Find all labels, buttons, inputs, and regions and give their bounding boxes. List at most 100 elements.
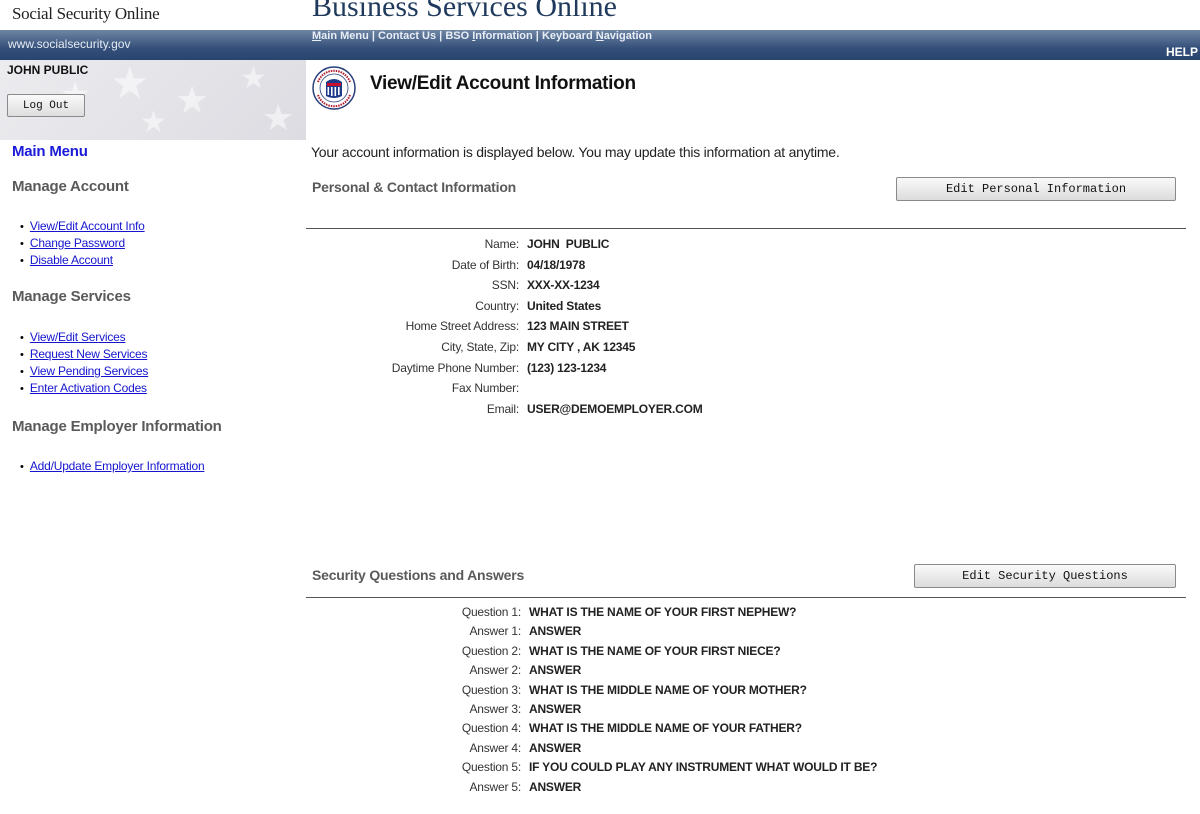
manage-account-list: View/Edit Account Info Change Password D… [20,218,145,269]
field-label: City, State, Zip: [441,339,519,354]
star-decoration: ★ [110,60,150,108]
star-decoration: ★ [140,106,167,139]
field-label: Answer 3: [469,702,521,717]
field-value: WHAT IS THE NAME OF YOUR FIRST NEPHEW? [529,605,797,619]
table-row: Answer 5: ANSWER [314,778,877,797]
table-row: Answer 4: ANSWER [314,739,877,758]
star-decoration: ★ [175,80,210,122]
field-label: Answer 5: [469,779,521,794]
field-value: ANSWER [529,663,582,678]
help-link[interactable]: HELP [1166,45,1198,59]
security-questions-heading: Security Questions and Answers [312,567,525,583]
field-label: Country: [475,298,519,313]
field-label: Date of Birth: [451,257,519,272]
ssa-seal-icon [312,66,356,110]
table-row: Question 1: WHAT IS THE NAME OF YOUR FIRS… [314,603,877,622]
field-label: Question 2: [461,643,521,658]
star-decoration: ★ [262,97,295,138]
edit-security-questions-button[interactable]: Edit Security Questions [914,564,1176,588]
field-label: Fax Number: [451,381,519,396]
security-questions-table: Question 1: WHAT IS THE NAME OF YOUR FIRS… [314,603,878,797]
top-nav-contact-us[interactable]: Contact Us [378,30,436,42]
site-title: Business Services Online [312,0,617,23]
list-item: Add/Update Employer Information [20,458,205,475]
personal-info-table: Name: JOHN PUBLIC Date of Birth: 04/18/1978… [310,234,703,419]
table-row: Fax Number: [310,378,703,399]
field-value: JOHN PUBLIC [527,237,610,251]
field-label: SSN: [491,278,519,293]
page-title: View/Edit Account Information [370,73,636,94]
table-row: Email: USER@DEMOEMPLOYER.COM [310,399,703,420]
link-enter-activation-codes[interactable]: Enter Activation Codes [30,381,147,395]
field-value: ANSWER [529,779,582,794]
field-label: Name: [484,237,520,251]
link-request-new-services[interactable]: Request New Services [30,347,148,361]
table-row: Answer 3: ANSWER [314,700,877,719]
link-view-edit-account-info[interactable]: View/Edit Account Info [30,219,145,233]
top-nav-keyboard-label-start: Keyboard [541,30,596,42]
table-row: Question 3: WHAT IS THE MIDDLE NAME OF YO… [314,681,877,700]
field-label: Answer 4: [469,740,521,755]
manage-services-list: View/Edit Services Request New Services … [20,329,149,397]
nav-separator: | [368,30,379,42]
user-panel: ★ ★ ★ ★ ★ ★ JOHN PUBLIC Log Out [0,60,306,140]
table-row: Date of Birth: 04/18/1978 [310,255,703,276]
top-nav-bso-information[interactable]: BSO Information [445,30,532,42]
field-label: Question 1: [461,605,521,619]
field-label: Answer 2: [469,663,521,678]
table-row: SSN: XXX-XX-1234 [310,275,703,296]
top-nav-bso-label-start: BSO [445,30,473,42]
field-value: ANSWER [529,624,582,639]
table-row: Answer 2: ANSWER [314,661,877,680]
field-value: 04/18/1978 [527,257,586,272]
field-label: Daytime Phone Number: [391,360,519,375]
top-nav-keyboard-navigation[interactable]: Keyboard Navigation [542,30,652,42]
field-label: Question 3: [461,682,521,697]
field-value [527,378,703,399]
header-bar: www.socialsecurity.gov Main Menu | Conta… [0,30,1200,60]
section-manage-services: Manage Services [12,288,131,305]
list-item: Enter Activation Codes [20,380,148,397]
user-name: JOHN PUBLIC [7,63,89,77]
list-item: Disable Account [20,252,145,269]
field-value: WHAT IS THE MIDDLE NAME OF YOUR MOTHER? [529,682,807,697]
manage-employer-list: Add/Update Employer Information [20,458,205,475]
star-decoration: ★ [240,62,267,95]
field-value: WHAT IS THE NAME OF YOUR FIRST NIECE? [529,643,781,658]
table-row: Name: JOHN PUBLIC [310,234,703,255]
main-menu-heading[interactable]: Main Menu [12,143,88,160]
field-value: USER@DEMOEMPLOYER.COM [527,401,703,416]
link-view-edit-services[interactable]: View/Edit Services [30,330,126,344]
personal-info-heading: Personal & Contact Information [312,179,517,195]
table-row: Daytime Phone Number: (123) 123-1234 [310,358,703,379]
link-change-password[interactable]: Change Password [30,236,125,250]
top-nav-bso-label-end: nformation [475,30,533,42]
field-value: WHAT IS THE MIDDLE NAME OF YOUR FATHER? [529,721,802,736]
list-item: Request New Services [20,346,148,363]
table-row: Question 2: WHAT IS THE NAME OF YOUR FIRS… [314,642,877,661]
link-view-pending-services[interactable]: View Pending Services [30,364,149,378]
site-brand: Social Security Online [12,4,160,23]
top-nav: Main Menu | Contact Us | BSO Information… [312,30,652,42]
field-value: IF YOU COULD PLAY ANY INSTRUMENT WHAT WO… [529,760,878,775]
field-value: ANSWER [529,740,582,755]
list-item: View/Edit Account Info [20,218,145,235]
link-add-update-employer-information[interactable]: Add/Update Employer Information [30,459,205,473]
logout-button[interactable]: Log Out [7,94,85,117]
field-value: ANSWER [529,702,582,717]
field-value: XXX-XX-1234 [527,278,600,293]
table-row: Answer 1: ANSWER [314,622,877,641]
divider [306,597,1186,598]
list-item: Change Password [20,235,145,252]
edit-personal-information-button[interactable]: Edit Personal Information [896,177,1176,201]
intro-text: Your account information is displayed be… [311,144,840,160]
nav-separator: | [532,30,542,42]
field-label: Question 4: [461,721,521,736]
top-nav-main-menu[interactable]: Main Menu [312,30,369,42]
list-item: View/Edit Services [20,329,148,346]
site-url: www.socialsecurity.gov [8,37,131,51]
table-row: Home Street Address: 123 MAIN STREET [310,316,703,337]
field-value: 123 MAIN STREET [527,319,629,334]
link-disable-account[interactable]: Disable Account [30,253,113,267]
field-value: (123) 123-1234 [527,360,607,375]
